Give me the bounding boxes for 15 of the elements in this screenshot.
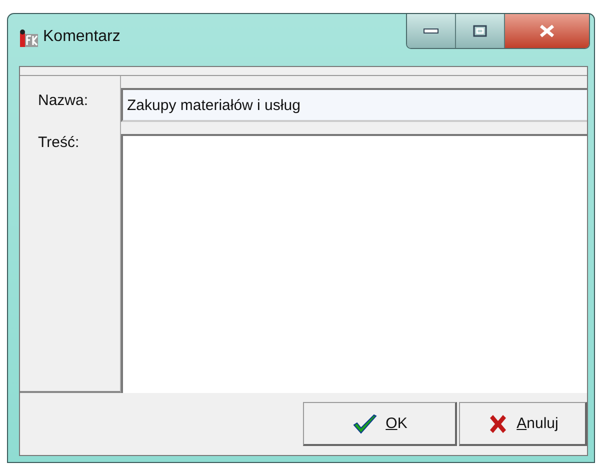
cancel-button[interactable]: Anuluj: [459, 402, 587, 446]
close-icon: [538, 24, 556, 38]
maximize-button[interactable]: [456, 14, 505, 48]
name-field[interactable]: Zakupy materiałów i usług: [121, 88, 587, 122]
app-icon: [19, 28, 39, 48]
minimize-button[interactable]: [407, 14, 456, 48]
name-label: Nazwa:: [37, 92, 90, 109]
content-label: Treść:: [37, 134, 80, 151]
ok-button[interactable]: OK: [303, 402, 457, 446]
maximize-icon: [473, 25, 487, 37]
content-field[interactable]: [121, 134, 587, 393]
minimize-icon: [423, 27, 439, 35]
close-button[interactable]: [505, 14, 589, 48]
checkmark-icon: [352, 412, 378, 434]
window-title: Komentarz: [43, 28, 120, 46]
